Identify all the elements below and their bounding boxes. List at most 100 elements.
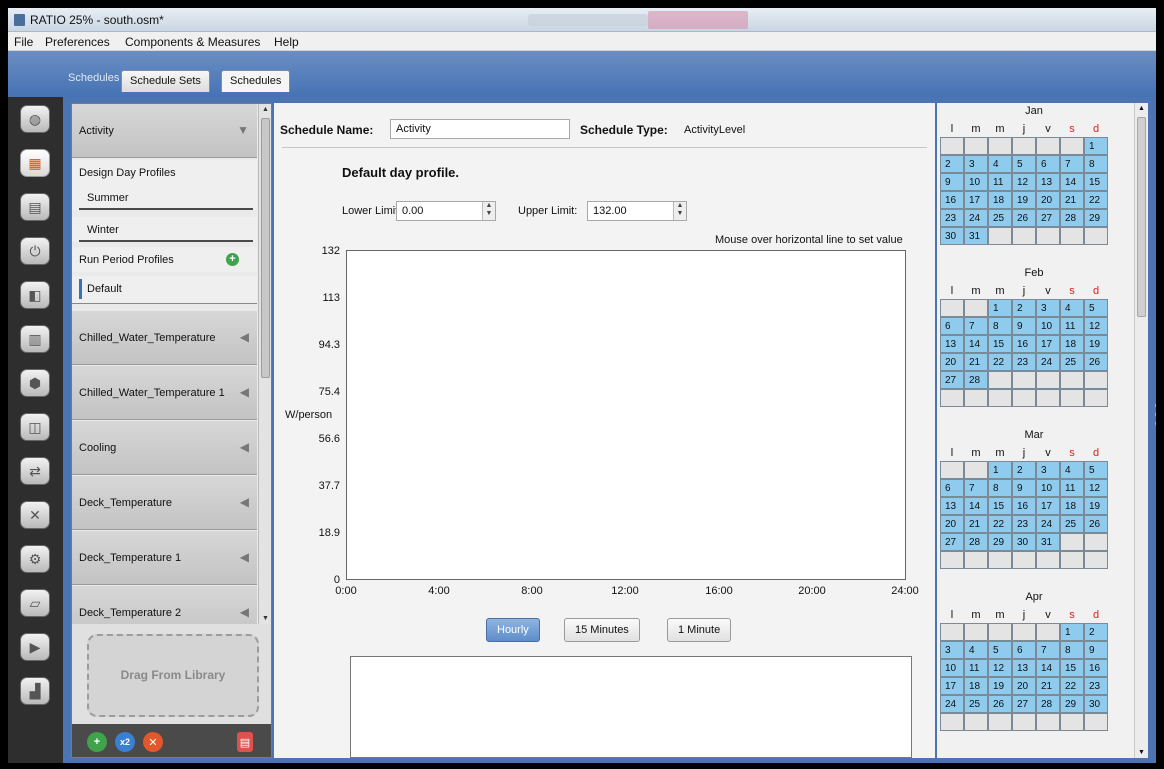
add-icon[interactable]: + [87,732,107,752]
calendar-day[interactable]: 21 [964,353,988,371]
schedule-name-input[interactable]: Activity [390,119,570,139]
calendar-day[interactable]: 7 [964,479,988,497]
calendar-day[interactable]: 2 [1012,299,1036,317]
calendar-day[interactable]: 21 [1036,677,1060,695]
calendar-day[interactable]: 3 [1036,299,1060,317]
calendar-day[interactable]: 7 [1036,641,1060,659]
calendar-day[interactable]: 31 [964,227,988,245]
calendar-day[interactable]: 25 [1060,515,1084,533]
calendar-day[interactable]: 5 [988,641,1012,659]
building-summary-icon[interactable]: ✕ [20,501,50,529]
calendar-day[interactable]: 6 [940,317,964,335]
calendar-day[interactable]: 16 [1012,497,1036,515]
calendar-day[interactable]: 12 [1084,479,1108,497]
calendar-day[interactable]: 16 [1012,335,1036,353]
calendar-day[interactable]: 19 [1012,191,1036,209]
calendar-day[interactable]: 23 [940,209,964,227]
calendar-day[interactable]: 22 [1060,677,1084,695]
calendar-day[interactable]: 19 [1084,497,1108,515]
calendar-day[interactable]: 3 [964,155,988,173]
run-icon[interactable]: ▶ [20,633,50,661]
list-item-activity[interactable]: Activity ▼ [72,104,257,158]
schedule-plot[interactable] [346,250,906,580]
calendar-day[interactable]: 4 [1060,299,1084,317]
results-icon[interactable]: ▟ [20,677,50,705]
calendar-day[interactable]: 26 [1084,515,1108,533]
menu-help[interactable]: Help [274,35,299,49]
calendar-day[interactable]: 24 [964,209,988,227]
calendar-day[interactable]: 22 [988,515,1012,533]
scroll-down-icon[interactable]: ▼ [1138,749,1145,756]
add-profile-icon[interactable]: + [226,253,239,266]
spinner-icon[interactable]: ▲ ▼ [673,202,686,220]
calendar-day[interactable]: 29 [988,533,1012,551]
calendar-day[interactable]: 26 [988,695,1012,713]
calendar-day[interactable]: 18 [1060,497,1084,515]
calendar-day[interactable]: 23 [1084,677,1108,695]
calendar-day[interactable]: 15 [1060,659,1084,677]
calendar-day[interactable]: 3 [940,641,964,659]
calendar-day[interactable]: 30 [940,227,964,245]
calendar-day[interactable]: 3 [1036,461,1060,479]
calendar-day[interactable]: 13 [940,335,964,353]
calendar-day[interactable]: 1 [1084,137,1108,155]
calendar-day[interactable]: 2 [940,155,964,173]
calendar-day[interactable]: 10 [1036,317,1060,335]
menu-preferences[interactable]: Preferences [45,35,110,49]
calendar-day[interactable]: 5 [1084,299,1108,317]
profile-default[interactable]: Default [72,276,257,304]
calendar-scrollbar[interactable]: ▲ ▼ [1134,103,1148,758]
library-drop-zone[interactable]: Drag From Library [72,624,271,724]
15-minutes-button[interactable]: 15 Minutes [564,618,640,642]
site-icon[interactable]: ◍ [20,105,50,133]
calendar-day[interactable]: 9 [940,173,964,191]
loads-icon[interactable]: ⏻ [20,237,50,265]
calendar-day[interactable]: 27 [1036,209,1060,227]
calendar-day[interactable]: 29 [1060,695,1084,713]
calendar-day[interactable]: 14 [1060,173,1084,191]
calendar-day[interactable]: 11 [988,173,1012,191]
trash-icon[interactable]: ▤ [237,732,253,752]
calendar-day[interactable]: 23 [1012,515,1036,533]
calendar-day[interactable]: 26 [1084,353,1108,371]
calendar-day[interactable]: 28 [1060,209,1084,227]
calendar-day[interactable]: 26 [1012,209,1036,227]
calendar-day[interactable]: 13 [940,497,964,515]
list-item-deck-temperature[interactable]: Deck_Temperature ◀ [72,476,257,530]
calendar-day[interactable]: 18 [988,191,1012,209]
calendar-day[interactable]: 8 [1084,155,1108,173]
calendar-day[interactable]: 5 [1084,461,1108,479]
calendar-day[interactable]: 10 [940,659,964,677]
list-item-cooling[interactable]: Cooling ◀ [72,421,257,475]
scroll-up-icon[interactable]: ▲ [262,106,269,113]
calendar-day[interactable]: 18 [964,677,988,695]
tab-schedules[interactable]: Schedules [221,70,291,92]
hvac-systems-icon[interactable]: ⇄ [20,457,50,485]
calendar-day[interactable]: 21 [964,515,988,533]
scroll-thumb[interactable] [1137,117,1146,317]
calendar-day[interactable]: 20 [1012,677,1036,695]
calendar-day[interactable]: 14 [1036,659,1060,677]
calendar-day[interactable]: 27 [1012,695,1036,713]
scroll-up-icon[interactable]: ▲ [1138,105,1145,112]
calendar-day[interactable]: 13 [1012,659,1036,677]
1-minute-button[interactable]: 1 Minute [667,618,732,642]
calendar-day[interactable]: 28 [964,371,988,389]
calendar-day[interactable]: 9 [1012,317,1036,335]
calendar-day[interactable]: 12 [1084,317,1108,335]
calendar-day[interactable]: 17 [1036,335,1060,353]
calendar-day[interactable]: 11 [1060,317,1084,335]
calendar-day[interactable]: 17 [940,677,964,695]
calendar-day[interactable]: 13 [1036,173,1060,191]
calendar-day[interactable]: 4 [988,155,1012,173]
profile-summer[interactable]: Summer [72,185,257,210]
calendar-day[interactable]: 21 [1060,191,1084,209]
calendar-day[interactable]: 30 [1012,533,1036,551]
calendar-day[interactable]: 17 [1036,497,1060,515]
calendar-day[interactable]: 24 [1036,515,1060,533]
calendar-day[interactable]: 23 [1012,353,1036,371]
calendar-day[interactable]: 12 [1012,173,1036,191]
space-types-icon[interactable]: ◧ [20,281,50,309]
schedules-icon[interactable]: ▦ [20,149,50,177]
calendar-day[interactable]: 18 [1060,335,1084,353]
